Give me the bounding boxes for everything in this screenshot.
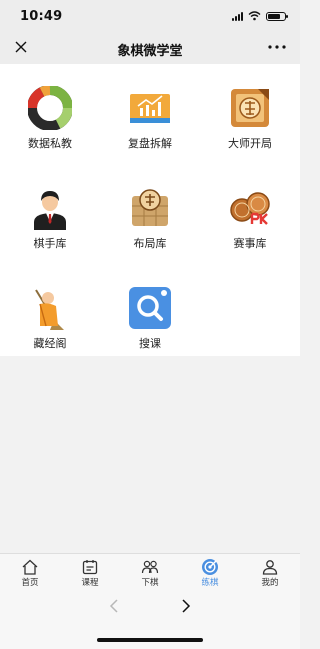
more-icon[interactable] [266, 39, 288, 55]
player-icon [34, 191, 66, 230]
status-icons [232, 11, 288, 21]
tile-label: 大师开局 [228, 137, 272, 150]
tile-players[interactable]: 棋手库 [0, 164, 100, 258]
nav-bar: 象棋微学堂 [0, 32, 300, 64]
tab-label: 课程 [81, 578, 99, 588]
tile-label: 布局库 [133, 237, 167, 250]
feature-grid: 数据私教 复盘拆解 大师开局 棋手库 布局库 赛事库 藏经阁 搜课 [0, 64, 300, 356]
monk-icon [35, 289, 64, 330]
master-opening-icon [231, 89, 269, 127]
tile-library[interactable]: 藏经阁 [0, 264, 100, 358]
tile-matches[interactable]: 赛事库 [200, 164, 300, 258]
page-title: 象棋微学堂 [117, 44, 183, 59]
opening-board-icon [132, 189, 168, 226]
battery-icon [266, 11, 288, 21]
profile-icon [262, 560, 278, 575]
tile-label: 赛事库 [233, 237, 267, 250]
status-time: 10:49 [20, 9, 63, 24]
tab-practice[interactable]: 练棋 [180, 554, 240, 590]
tab-play[interactable]: 下棋 [120, 554, 180, 590]
tab-home[interactable]: 首页 [0, 554, 60, 590]
tab-label: 我的 [261, 578, 279, 588]
calendar-icon [82, 560, 98, 575]
signal-icon [232, 11, 243, 21]
search-course-icon [129, 287, 171, 329]
review-chart-icon [130, 94, 170, 123]
browser-toolbar [0, 590, 300, 649]
tile-label: 藏经阁 [33, 337, 67, 350]
forward-arrow-icon[interactable] [178, 598, 194, 614]
home-indicator [97, 638, 203, 642]
tile-label: 棋手库 [33, 237, 67, 250]
tab-label: 练棋 [201, 578, 219, 588]
users-icon [141, 560, 159, 574]
tile-data-tutor[interactable]: 数据私教 [0, 64, 100, 158]
tab-label: 首页 [21, 578, 39, 588]
tile-label: 复盘拆解 [128, 137, 172, 150]
home-icon [22, 559, 38, 575]
tab-profile[interactable]: 我的 [240, 554, 300, 590]
tile-search-course[interactable]: 搜课 [100, 264, 200, 358]
wifi-icon [248, 11, 261, 21]
bottom-tab-bar: 首页 课程 下棋 练棋 我的 [0, 553, 300, 590]
status-bar: 10:49 [0, 0, 300, 32]
tile-label: 数据私教 [28, 137, 72, 150]
tile-label: 搜课 [139, 337, 161, 350]
tile-openings[interactable]: 布局库 [100, 164, 200, 258]
match-pk-icon [230, 192, 270, 225]
back-arrow-icon[interactable] [106, 598, 122, 614]
data-tutor-icon [28, 86, 72, 130]
tab-label: 下棋 [141, 578, 159, 588]
tile-master-opening[interactable]: 大师开局 [200, 64, 300, 158]
tab-courses[interactable]: 课程 [60, 554, 120, 590]
target-icon [202, 559, 218, 575]
tile-review[interactable]: 复盘拆解 [100, 64, 200, 158]
